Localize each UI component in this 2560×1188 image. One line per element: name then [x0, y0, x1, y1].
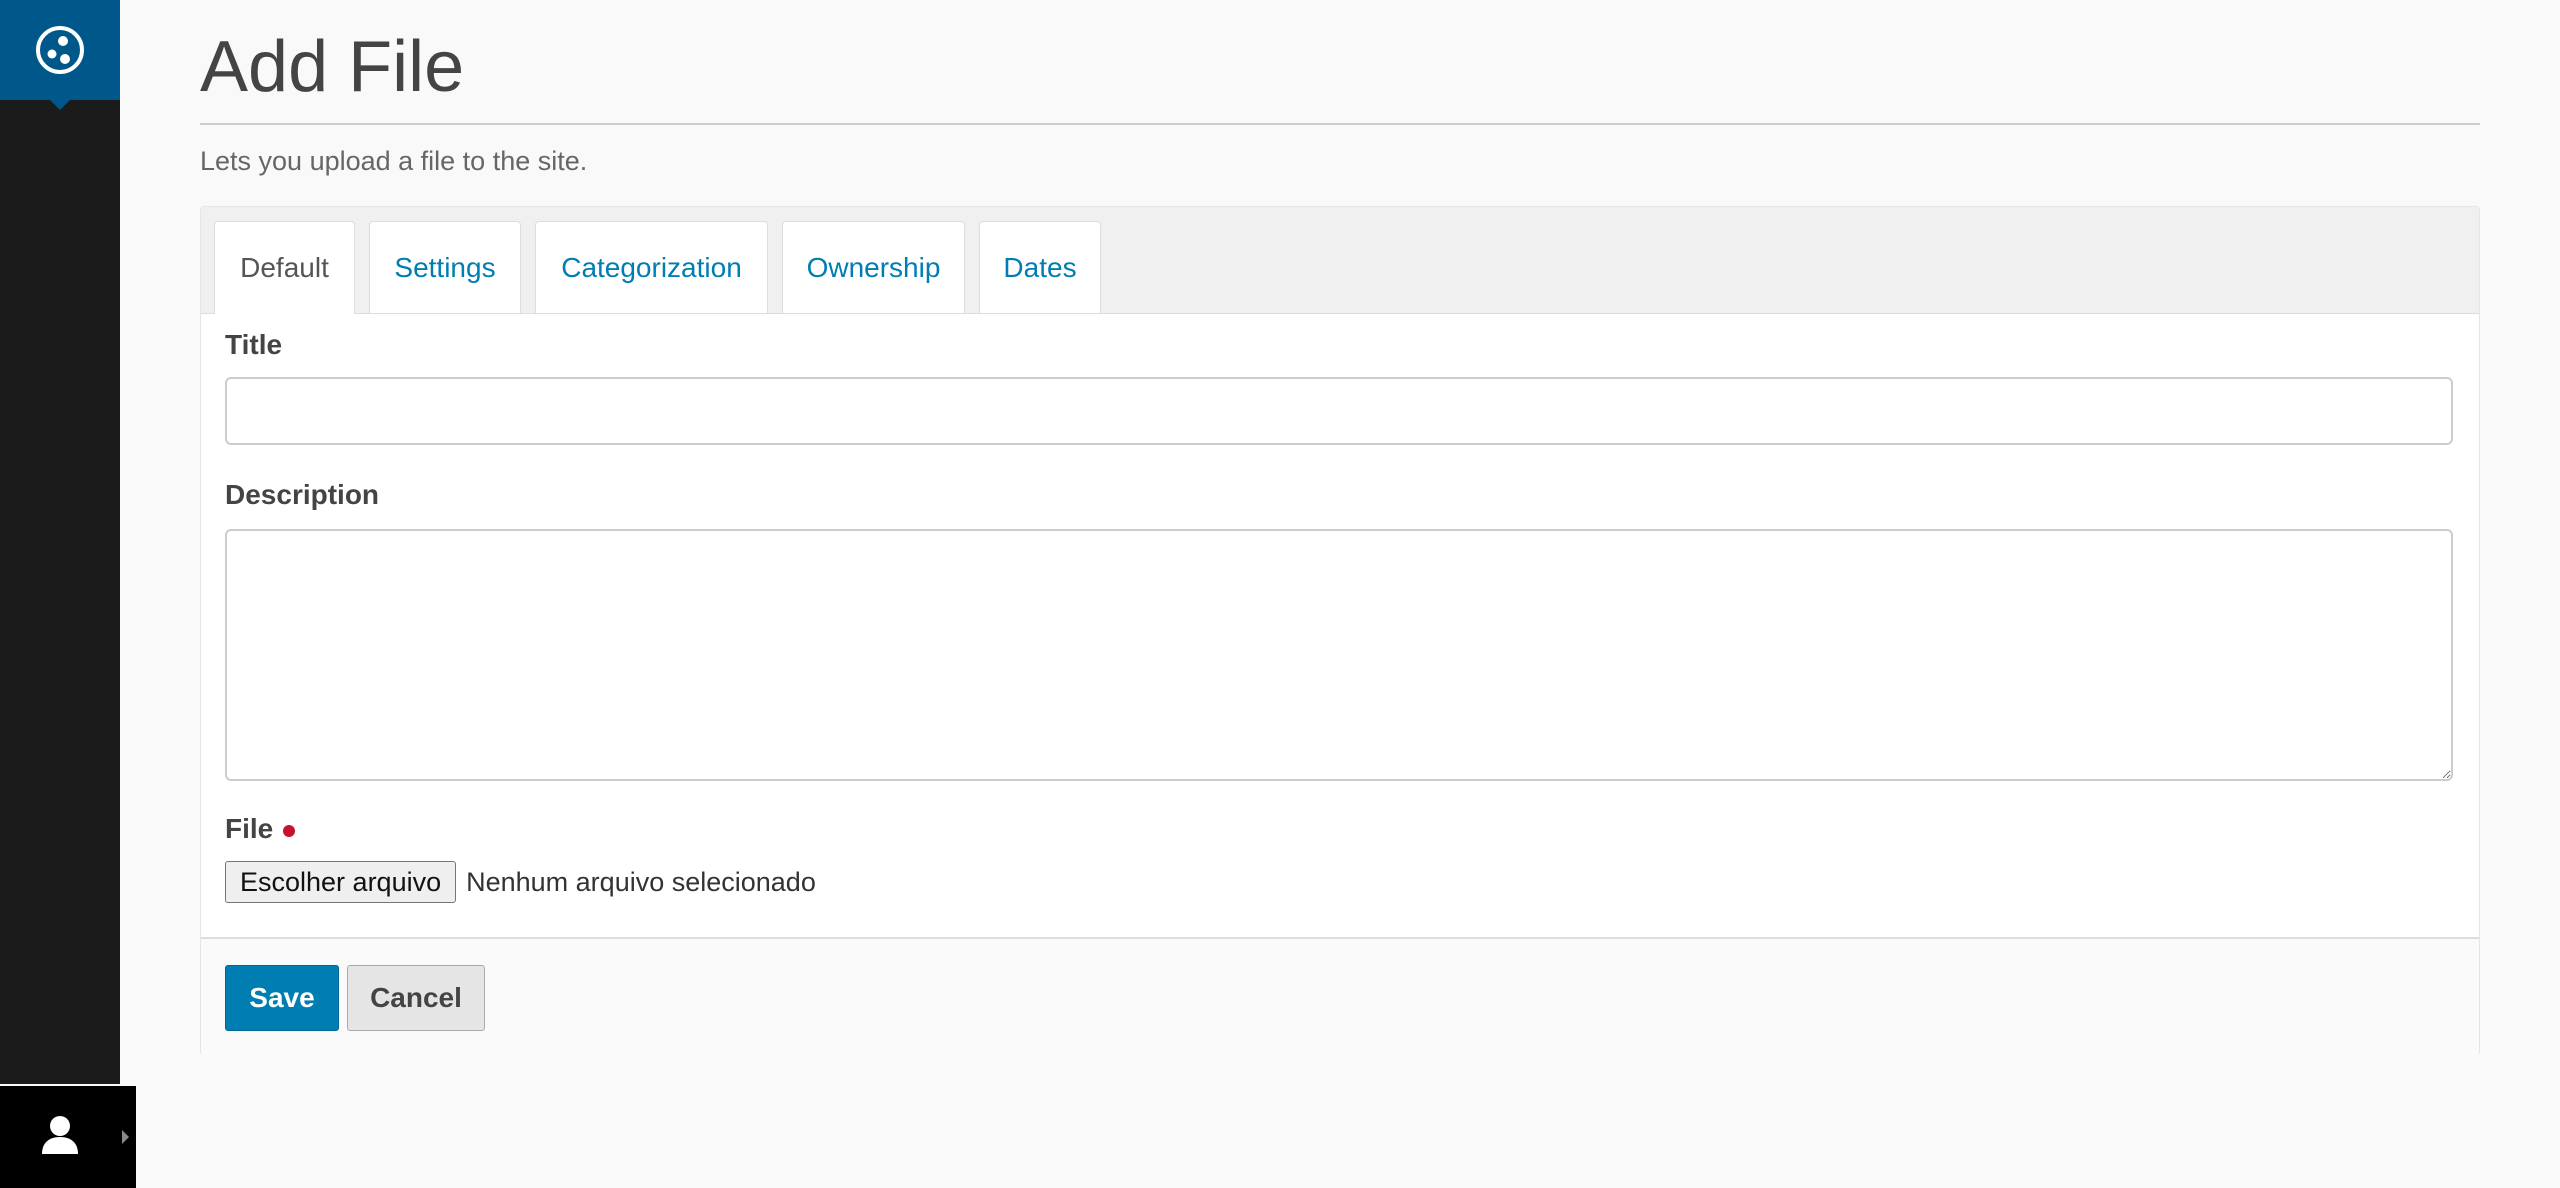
title-divider: [200, 123, 2480, 125]
required-indicator-icon: [283, 824, 296, 837]
title-label: Title: [225, 329, 283, 360]
page-title: Add File: [200, 27, 465, 107]
choose-file-button[interactable]: Escolher arquivo: [225, 861, 457, 903]
tab-dates[interactable]: Dates: [979, 221, 1101, 313]
personal-tools-button[interactable]: [0, 1086, 136, 1188]
file-input: Escolher arquivo Nenhum arquivo selecion…: [225, 861, 816, 903]
expand-caret-icon: [122, 1130, 129, 1144]
plone-toolbar: [0, 0, 120, 1084]
page-description: Lets you upload a file to the site.: [200, 146, 588, 176]
tab-settings[interactable]: Settings: [369, 221, 521, 313]
title-input[interactable]: [225, 377, 2453, 445]
file-label-row: File: [225, 813, 296, 845]
form-tabs: Default Settings Categorization Ownershi…: [201, 207, 2479, 314]
description-textarea[interactable]: [225, 529, 2453, 781]
tab-categorization[interactable]: Categorization: [535, 221, 768, 313]
tab-ownership[interactable]: Ownership: [782, 221, 965, 313]
description-label: Description: [225, 479, 380, 510]
file-status-text: Nenhum arquivo selecionado: [466, 866, 816, 897]
form-buttons: Save Cancel: [201, 937, 2479, 1057]
user-icon: [42, 1116, 78, 1154]
file-label: File: [225, 813, 274, 844]
add-file-form: Default Settings Categorization Ownershi…: [200, 206, 2480, 1057]
save-button[interactable]: Save: [225, 965, 339, 1031]
toolbar-logo[interactable]: [0, 0, 120, 110]
plone-logo-icon: [36, 26, 84, 74]
tab-default[interactable]: Default: [214, 221, 355, 314]
cancel-button[interactable]: Cancel: [347, 965, 485, 1031]
